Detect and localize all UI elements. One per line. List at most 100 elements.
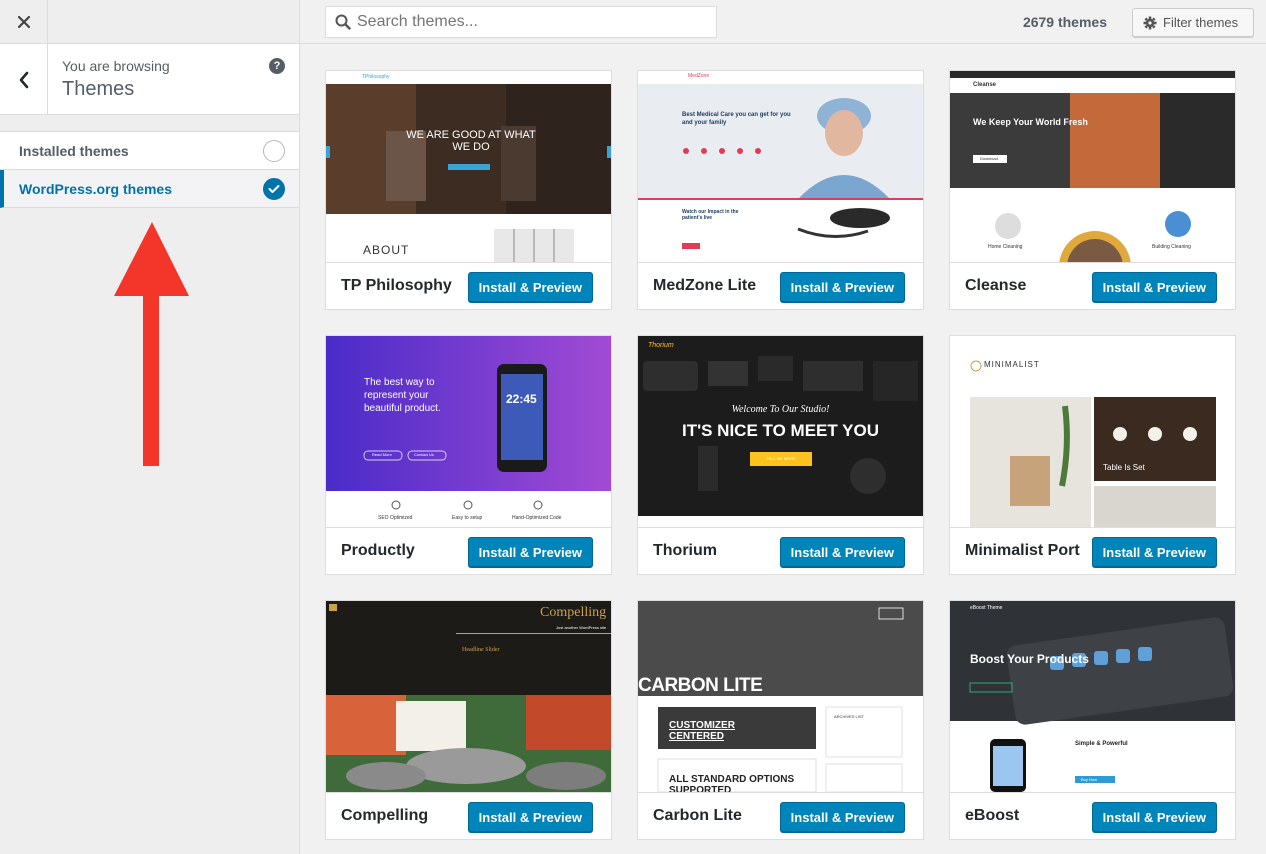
screenshot-logo: Compelling xyxy=(540,605,607,620)
search-box[interactable] xyxy=(325,6,717,38)
screenshot-hero: The best way to represent your beautiful… xyxy=(364,377,441,414)
theme-card-eboost[interactable]: eBoost Theme Boost Your Products Simple … xyxy=(949,600,1236,840)
installed-themes-label: Installed themes xyxy=(19,143,129,159)
theme-name: Productly xyxy=(341,542,415,559)
screenshot-post-1: CUSTOMIZER CENTERED xyxy=(669,720,735,742)
theme-card-tp-philosophy[interactable]: TPhilosophy WE ARE GOOD AT WHAT WE DO AB… xyxy=(325,70,612,310)
gear-icon xyxy=(1143,16,1157,29)
wordpress-org-themes-item[interactable]: WordPress.org themes xyxy=(0,170,299,208)
theme-card-compelling[interactable]: Compelling Just another WordPress site H… xyxy=(325,600,612,840)
screenshot-sidebar: ARCHIVES LIST xyxy=(834,714,865,719)
chevron-left-icon xyxy=(19,71,28,88)
theme-card-productly[interactable]: The best way to represent your beautiful… xyxy=(325,335,612,575)
theme-name: Minimalist Port xyxy=(965,542,1080,559)
install-preview-button[interactable]: Install & Preview xyxy=(779,802,905,832)
screenshot-feature-2: Easy to setup xyxy=(452,515,483,521)
help-icon[interactable]: ? xyxy=(269,58,285,74)
screenshot-post-2: ALL STANDARD OPTIONS SUPPORTED xyxy=(669,774,795,792)
browsing-panel: You are browsing Themes ? xyxy=(0,44,299,115)
theme-card-cleanse[interactable]: Cleanse We Keep Your World Fresh Downloa… xyxy=(949,70,1236,310)
theme-name: eBoost xyxy=(965,807,1020,824)
screenshot-tagline: Just another WordPress site xyxy=(556,625,607,630)
theme-screenshot[interactable]: The best way to represent your beautiful… xyxy=(326,336,611,527)
theme-name: TP Philosophy xyxy=(341,277,452,294)
screenshot-cta: Download xyxy=(980,156,998,161)
installed-themes-radio[interactable] xyxy=(263,140,285,162)
screenshot-caption: Table Is Set xyxy=(1103,463,1145,472)
theme-card-carbon-lite[interactable]: CARBON LITE CUSTOMIZER CENTERED ALL STAN… xyxy=(637,600,924,840)
screenshot-button-1: Read More xyxy=(372,452,392,457)
screenshot-logo: MedZone xyxy=(688,73,710,79)
theme-card-footer: eBoost Install & Preview xyxy=(950,792,1235,839)
checkmark-icon xyxy=(268,185,280,193)
screenshot-hero: WE ARE GOOD AT WHAT WE DO xyxy=(406,129,536,153)
install-preview-button[interactable]: Install & Preview xyxy=(779,537,905,567)
theme-screenshot[interactable]: Thorium Welcome To Our Studio! IT'S NICE… xyxy=(638,336,923,527)
theme-name: MedZone Lite xyxy=(653,277,757,294)
install-preview-button[interactable]: Install & Preview xyxy=(779,272,905,302)
install-preview-button[interactable]: Install & Preview xyxy=(1091,802,1217,832)
wordpress-org-themes-radio[interactable] xyxy=(263,178,285,200)
screenshot-button-2: Contact Us xyxy=(414,452,434,457)
theme-card-footer: TP Philosophy Install & Preview xyxy=(326,262,611,309)
screenshot-hero: We Keep Your World Fresh xyxy=(973,117,1088,127)
theme-screenshot[interactable]: TPhilosophy WE ARE GOOD AT WHAT WE DO AB… xyxy=(326,71,611,262)
theme-card-footer: Compelling Install & Preview xyxy=(326,792,611,839)
theme-card-footer: Thorium Install & Preview xyxy=(638,527,923,574)
screenshot-logo: eBoost Theme xyxy=(970,605,1003,611)
screenshot-logo: Thorium xyxy=(648,342,674,349)
screenshot-logo: TPhilosophy xyxy=(362,74,390,80)
close-button[interactable] xyxy=(0,0,48,44)
theme-name: Carbon Lite xyxy=(653,807,742,824)
screenshot-service-1: Home Cleaning xyxy=(988,244,1023,250)
theme-name: Compelling xyxy=(341,807,429,824)
screenshot-hero: IT'S NICE TO MEET YOU xyxy=(681,421,880,440)
back-button[interactable] xyxy=(0,44,48,115)
screenshot-logo: MINIMALIST xyxy=(984,360,1040,369)
install-preview-button[interactable]: Install & Preview xyxy=(467,272,593,302)
screenshot-time: 22:45 xyxy=(506,392,537,406)
wordpress-org-themes-label: WordPress.org themes xyxy=(19,181,173,197)
theme-card-footer: Carbon Lite Install & Preview xyxy=(638,792,923,839)
sidebar-top-bar xyxy=(0,0,299,44)
theme-source-list: Installed themes WordPress.org themes xyxy=(0,131,299,208)
screenshot-title: CARBON LITE xyxy=(638,675,763,696)
install-preview-button[interactable]: Install & Preview xyxy=(467,537,593,567)
browsing-label: You are browsing xyxy=(62,58,170,74)
theme-screenshot[interactable]: MedZone Best Medical Care you can get fo… xyxy=(638,71,923,262)
screenshot-logo: Cleanse xyxy=(973,82,997,88)
theme-card-medzone-lite[interactable]: MedZone Best Medical Care you can get fo… xyxy=(637,70,924,310)
theme-card-footer: MedZone Lite Install & Preview xyxy=(638,262,923,309)
theme-card-footer: Productly Install & Preview xyxy=(326,527,611,574)
install-preview-button[interactable]: Install & Preview xyxy=(467,802,593,832)
filter-themes-label: Filter themes xyxy=(1163,15,1239,30)
screenshot-post: Headline Slider xyxy=(462,647,500,653)
theme-name: Thorium xyxy=(653,542,717,559)
theme-screenshot[interactable]: Cleanse We Keep Your World Fresh Downloa… xyxy=(950,71,1235,262)
installed-themes-item[interactable]: Installed themes xyxy=(0,132,299,170)
screenshot-hero: Boost Your Products xyxy=(970,652,1089,666)
screenshot-cta: Buy Now xyxy=(1081,777,1098,782)
screenshot-hero: Best Medical Care you can get for you an… xyxy=(682,112,791,126)
red-arrow-annotation xyxy=(114,222,189,466)
screenshot-section: ABOUT xyxy=(363,243,410,257)
install-preview-button[interactable]: Install & Preview xyxy=(1091,272,1217,302)
theme-count: 2679 themes xyxy=(1022,14,1107,30)
theme-card-thorium[interactable]: Thorium Welcome To Our Studio! IT'S NICE… xyxy=(637,335,924,575)
filter-themes-button[interactable]: Filter themes xyxy=(1132,8,1254,37)
theme-screenshot[interactable]: MINIMALIST Table Is Set xyxy=(950,336,1235,527)
close-icon xyxy=(17,15,30,29)
screenshot-subtitle: Welcome To Our Studio! xyxy=(731,404,830,415)
browsing-title: Themes xyxy=(62,78,135,100)
themes-header: 2679 themes Filter themes xyxy=(300,0,1266,44)
install-preview-button[interactable]: Install & Preview xyxy=(1091,537,1217,567)
theme-name: Cleanse xyxy=(965,277,1027,294)
screenshot-impact: Watch our Impact in the patient's live xyxy=(682,209,739,221)
theme-card-footer: Cleanse Install & Preview xyxy=(950,262,1235,309)
theme-screenshot[interactable]: eBoost Theme Boost Your Products Simple … xyxy=(950,601,1235,792)
theme-screenshot[interactable]: Compelling Just another WordPress site H… xyxy=(326,601,611,792)
theme-screenshot[interactable]: CARBON LITE CUSTOMIZER CENTERED ALL STAN… xyxy=(638,601,923,792)
search-icon xyxy=(335,14,351,30)
search-input[interactable] xyxy=(357,13,687,31)
theme-card-minimalist-port[interactable]: MINIMALIST Table Is Set Minimalist Port … xyxy=(949,335,1236,575)
